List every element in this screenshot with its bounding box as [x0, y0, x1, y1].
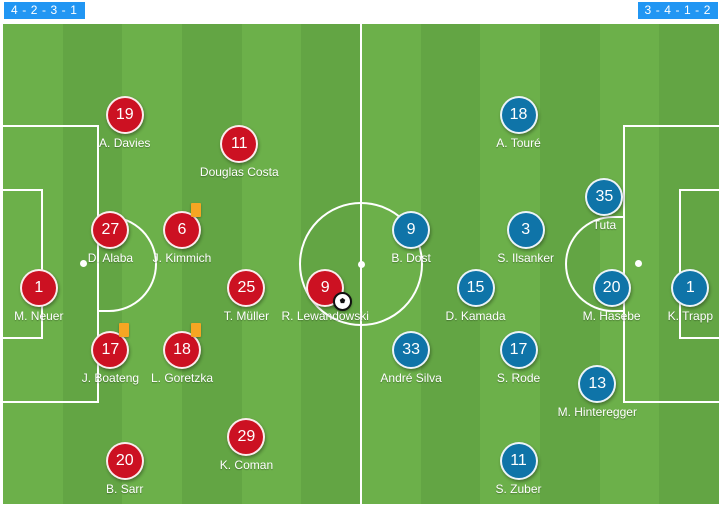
- player-name: M. Hinteregger: [557, 405, 637, 419]
- player-name: S. Rode: [496, 371, 541, 386]
- player-number[interactable]: 18: [163, 331, 201, 370]
- yellow-card-icon: [119, 323, 130, 338]
- player-number[interactable]: 13: [578, 365, 617, 403]
- player-number[interactable]: 35: [585, 177, 624, 216]
- player-name: J. Kimmich: [152, 251, 212, 266]
- player-name: D. Kamada: [445, 309, 506, 323]
- player-name: Tuta: [592, 217, 617, 232]
- home-formation-badge[interactable]: 4 - 2 - 3 - 1: [4, 2, 85, 19]
- player-number[interactable]: 1: [671, 269, 710, 307]
- player-number[interactable]: 33: [392, 331, 431, 370]
- player-number[interactable]: 20: [592, 269, 631, 307]
- player-number[interactable]: 11: [220, 125, 259, 163]
- player-name: M. Neuer: [14, 309, 64, 323]
- player-name: Douglas Costa: [199, 165, 279, 179]
- player-number[interactable]: 18: [499, 96, 538, 135]
- formation-bar: 4 - 2 - 3 - 1 3 - 4 - 1 - 2: [0, 0, 722, 22]
- pitch-stripe: [599, 24, 660, 504]
- yellow-card-icon: [191, 203, 201, 218]
- player-number[interactable]: 1: [19, 269, 58, 307]
- player-name: L. Goretzka: [150, 371, 214, 386]
- pitch-container: 1 M. Neuer 19 A. Davies 27 D. Alaba 17 J. Boate…: [0, 22, 722, 506]
- player-number[interactable]: 17: [91, 331, 130, 370]
- player-name: S. Zuber: [495, 481, 542, 496]
- pitch-stripe: [301, 24, 362, 504]
- player-name: B. Dost: [391, 251, 431, 266]
- player-name: J. Boateng: [81, 371, 140, 386]
- player-name: D. Alaba: [87, 251, 134, 266]
- player-name: A. Davies: [99, 136, 151, 151]
- player-name: R. Lewandowski: [281, 309, 369, 323]
- player-number[interactable]: 27: [91, 211, 130, 250]
- yellow-card-icon: [191, 323, 201, 338]
- player-name: A. Touré: [496, 136, 541, 151]
- pitch: 1 M. Neuer 19 A. Davies 27 D. Alaba 17 J. Boate…: [3, 24, 719, 504]
- player-number[interactable]: 9: [392, 211, 431, 250]
- player-number[interactable]: 6: [163, 211, 201, 250]
- player-number[interactable]: 3: [506, 211, 545, 250]
- player-name: K. Coman: [219, 457, 274, 472]
- player-number[interactable]: 20: [105, 441, 144, 480]
- player-name: T. Müller: [223, 309, 270, 323]
- player-number[interactable]: 11: [499, 441, 538, 480]
- player-name: M. Hasebe: [582, 309, 641, 323]
- lineup-pitch-view: 4 - 2 - 3 - 1 3 - 4 - 1 - 2 1 M. Neuer 19 A…: [0, 0, 722, 506]
- away-formation-badge[interactable]: 3 - 4 - 1 - 2: [637, 2, 718, 19]
- player-name: André Silva: [380, 371, 442, 386]
- player-number[interactable]: 15: [456, 269, 495, 307]
- player-number[interactable]: 19: [105, 96, 144, 135]
- player-number[interactable]: 29: [227, 417, 266, 456]
- pitch-stripe: [3, 24, 63, 504]
- player-number[interactable]: 17: [499, 331, 538, 370]
- player-number[interactable]: 25: [227, 269, 266, 307]
- player-name: K. Trapp: [667, 309, 714, 323]
- player-name: B. Sarr: [106, 481, 144, 496]
- player-name: S. Ilsanker: [497, 251, 555, 266]
- pitch-stripe: [659, 24, 719, 504]
